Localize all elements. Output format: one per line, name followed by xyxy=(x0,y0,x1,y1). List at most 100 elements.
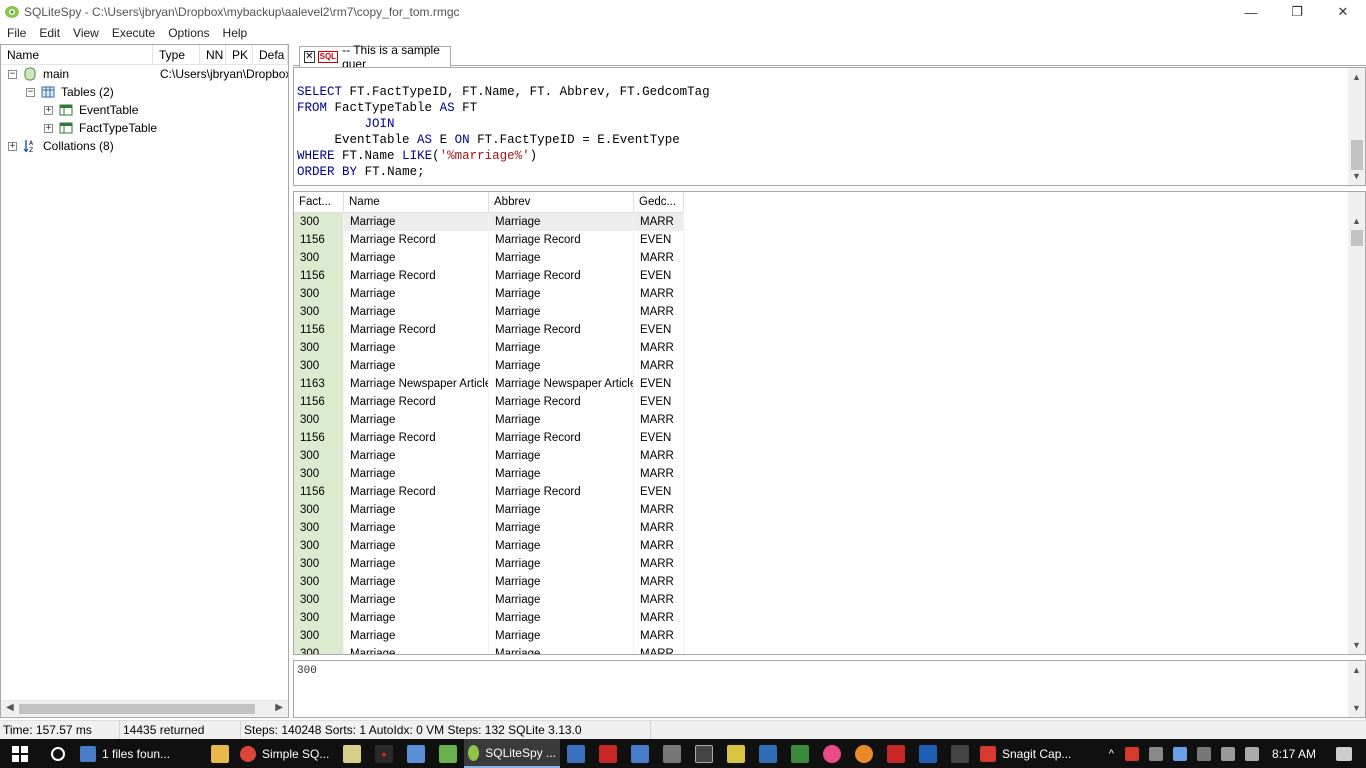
table-row[interactable]: 300 Marriage Marriage MARR xyxy=(294,501,684,519)
dropbox-icon[interactable] xyxy=(1172,746,1187,761)
cell-facttypeid[interactable]: 300 xyxy=(294,573,344,591)
cell-gedcomtag[interactable]: MARR xyxy=(634,501,684,519)
blue-window-icon[interactable] xyxy=(567,744,585,763)
cell-abbrev[interactable]: Marriage xyxy=(489,339,634,357)
cell-abbrev[interactable]: Marriage xyxy=(489,519,634,537)
snagit-tray-icon[interactable] xyxy=(1124,746,1139,761)
cell-facttypeid[interactable]: 300 xyxy=(294,609,344,627)
cell-facttypeid[interactable]: 300 xyxy=(294,285,344,303)
cell-name[interactable]: Marriage Record xyxy=(344,231,489,249)
close-button[interactable]: ✕ xyxy=(1320,0,1366,24)
cell-gedcomtag[interactable]: MARR xyxy=(634,645,684,654)
cell-facttypeid[interactable]: 300 xyxy=(294,555,344,573)
table-row[interactable]: 300 Marriage Marriage MARR xyxy=(294,645,684,654)
column-header-gedcomtag[interactable]: Gedc... xyxy=(634,192,684,213)
scrollbar-thumb[interactable] xyxy=(1351,230,1363,246)
window-app-icon[interactable] xyxy=(407,744,425,763)
menu-execute[interactable]: Execute xyxy=(105,24,161,43)
sql-editor[interactable]: SELECT FT.FactTypeID, FT.Name, FT. Abbre… xyxy=(293,67,1366,186)
table-row[interactable]: 300 Marriage Marriage MARR xyxy=(294,537,684,555)
column-header-name[interactable]: Name xyxy=(1,45,153,64)
menu-view[interactable]: View xyxy=(66,24,105,43)
table-row[interactable]: 300 Marriage Marriage MARR xyxy=(294,627,684,645)
collapse-icon[interactable]: − xyxy=(26,87,35,97)
cell-facttypeid[interactable]: 1163 xyxy=(294,375,344,393)
taskbar-item-sqlitespy[interactable]: SQLiteSpy ... xyxy=(464,739,560,768)
cell-abbrev[interactable]: Marriage xyxy=(489,465,634,483)
cell-name[interactable]: Marriage xyxy=(344,591,489,609)
notes-icon[interactable] xyxy=(727,744,745,763)
table-row[interactable]: 300 Marriage Marriage MARR xyxy=(294,285,684,303)
cell-name[interactable]: Marriage xyxy=(344,627,489,645)
scroll-up-icon[interactable]: ▲ xyxy=(1352,72,1361,82)
table-row[interactable]: 1156 Marriage Record Marriage Record EVEN xyxy=(294,429,684,447)
tree-horizontal-scrollbar[interactable]: ◀ ▶ xyxy=(1,700,288,717)
cell-abbrev[interactable]: Marriage xyxy=(489,213,634,231)
table-row[interactable]: 300 Marriage Marriage MARR xyxy=(294,213,684,231)
cell-abbrev[interactable]: Marriage Record xyxy=(489,393,634,411)
cell-abbrev[interactable]: Marriage Record xyxy=(489,321,634,339)
cell-gedcomtag[interactable]: MARR xyxy=(634,213,684,231)
taskbar-item-chrome[interactable]: Simple SQ... xyxy=(236,739,336,768)
scroll-down-icon[interactable]: ▼ xyxy=(1352,640,1361,650)
scroll-left-icon[interactable]: ◀ xyxy=(6,702,14,713)
itunes-icon[interactable] xyxy=(823,744,841,763)
volume-icon[interactable] xyxy=(1244,746,1259,761)
cell-abbrev[interactable]: Marriage xyxy=(489,285,634,303)
cell-gedcomtag[interactable]: MARR xyxy=(634,357,684,375)
cell-gedcomtag[interactable]: EVEN xyxy=(634,483,684,501)
cell-facttypeid[interactable]: 300 xyxy=(294,447,344,465)
cell-facttypeid[interactable]: 300 xyxy=(294,591,344,609)
notepad-icon[interactable] xyxy=(343,744,361,763)
cell-gedcomtag[interactable]: MARR xyxy=(634,447,684,465)
cell-gedcomtag[interactable]: MARR xyxy=(634,465,684,483)
tree-node-event-table[interactable]: + EventTable xyxy=(44,101,138,119)
column-header-pk[interactable]: PK xyxy=(226,45,253,64)
cell-name[interactable]: Marriage xyxy=(344,411,489,429)
taskbar-item-search-results[interactable]: 1 files foun... xyxy=(76,739,204,768)
tree-node-collations[interactable]: + AZ Collations (8) xyxy=(8,137,114,155)
tab-sample-query[interactable]: ✕ SQL -- This is a sample quer xyxy=(299,43,451,71)
sql-code[interactable]: SELECT FT.FactTypeID, FT.Name, FT. Abbre… xyxy=(297,84,710,180)
cell-facttypeid[interactable]: 300 xyxy=(294,465,344,483)
table-row[interactable]: 300 Marriage Marriage MARR xyxy=(294,249,684,267)
cell-gedcomtag[interactable]: MARR xyxy=(634,519,684,537)
table-row[interactable]: 300 Marriage Marriage MARR xyxy=(294,591,684,609)
cell-gedcomtag[interactable]: MARR xyxy=(634,339,684,357)
cell-gedcomtag[interactable]: MARR xyxy=(634,609,684,627)
cell-abbrev[interactable]: Marriage Record xyxy=(489,267,634,285)
tray-app-icon[interactable] xyxy=(1148,746,1163,761)
cell-abbrev[interactable]: Marriage xyxy=(489,411,634,429)
cell-gedcomtag[interactable]: EVEN xyxy=(634,321,684,339)
command-prompt-icon[interactable] xyxy=(695,744,713,763)
cell-facttypeid[interactable]: 1156 xyxy=(294,231,344,249)
cell-gedcomtag[interactable]: EVEN xyxy=(634,393,684,411)
cell-name[interactable]: Marriage xyxy=(344,357,489,375)
globe-app-icon[interactable] xyxy=(759,744,777,763)
scroll-down-icon[interactable]: ▼ xyxy=(1352,703,1361,713)
cell-facttypeid[interactable]: 300 xyxy=(294,357,344,375)
cell-gedcomtag[interactable]: MARR xyxy=(634,573,684,591)
cell-gedcomtag[interactable]: EVEN xyxy=(634,267,684,285)
grid-vertical-scrollbar[interactable]: ▲ ▼ xyxy=(1348,192,1365,654)
cell-abbrev[interactable]: Marriage xyxy=(489,555,634,573)
cell-gedcomtag[interactable]: MARR xyxy=(634,285,684,303)
cell-gedcomtag[interactable]: EVEN xyxy=(634,429,684,447)
cell-name[interactable]: Marriage Newspaper Article xyxy=(344,375,489,393)
cell-facttypeid[interactable]: 300 xyxy=(294,537,344,555)
cell-abbrev[interactable]: Marriage xyxy=(489,447,634,465)
cell-facttypeid[interactable]: 1156 xyxy=(294,393,344,411)
cell-abbrev[interactable]: Marriage xyxy=(489,645,634,654)
cell-facttypeid[interactable]: 300 xyxy=(294,213,344,231)
collapse-icon[interactable]: − xyxy=(8,69,17,79)
cell-facttypeid[interactable]: 1156 xyxy=(294,267,344,285)
cell-gedcomtag[interactable]: EVEN xyxy=(634,375,684,393)
cell-facttypeid[interactable]: 300 xyxy=(294,303,344,321)
wifi-icon[interactable] xyxy=(1220,746,1235,761)
cell-facttypeid[interactable]: 300 xyxy=(294,249,344,267)
table-row[interactable]: 1156 Marriage Record Marriage Record EVEN xyxy=(294,393,684,411)
red-dot-icon[interactable]: • xyxy=(375,744,393,763)
cell-facttypeid[interactable]: 1156 xyxy=(294,321,344,339)
scroll-down-icon[interactable]: ▼ xyxy=(1352,171,1361,181)
cell-name[interactable]: Marriage xyxy=(344,501,489,519)
